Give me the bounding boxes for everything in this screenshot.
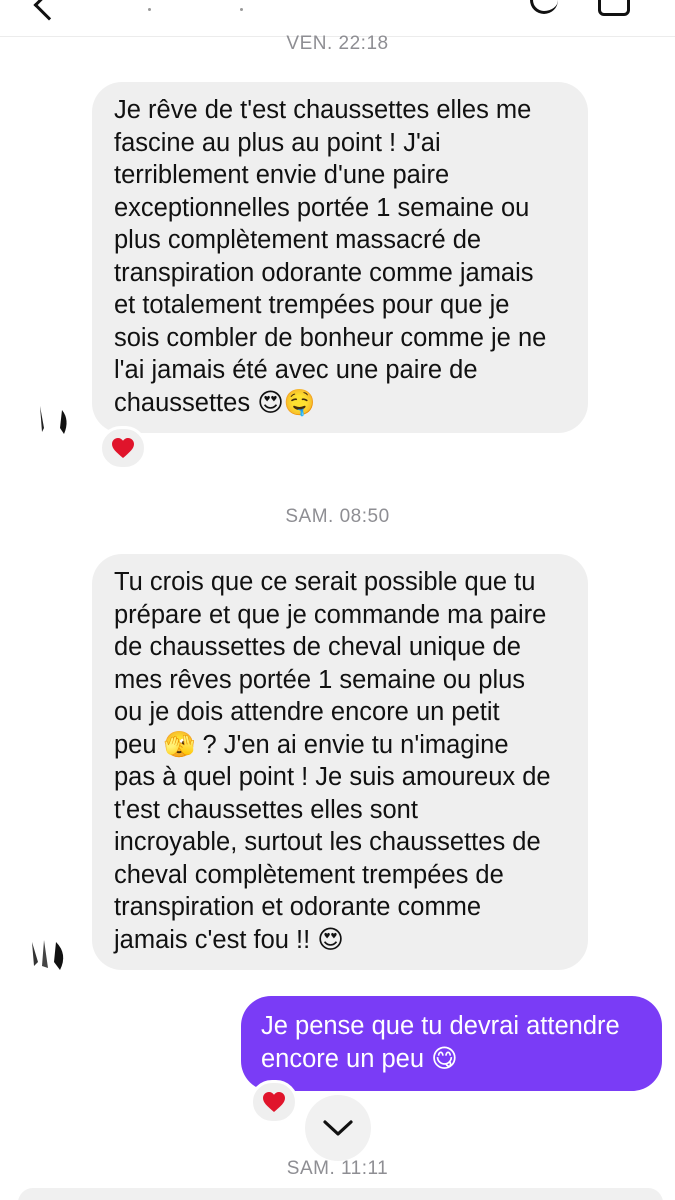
back-arrow-icon[interactable] [33, 0, 65, 21]
message-text: chaussettes [114, 388, 251, 417]
chat-screen: VEN. 22:18 Je rêve de t'est chaussettes … [0, 0, 675, 1200]
timestamp: VEN. 22:18 [286, 33, 389, 54]
emoji: 😍 [317, 924, 344, 955]
message-text: Je rêve de t'est chaussettes elles me [114, 96, 532, 124]
message-text: terriblement envie d'une paire [114, 161, 450, 189]
message-text: jamais c'est fou !! [114, 925, 311, 954]
message-text: transpiration odorante comme jamais [114, 258, 534, 287]
message-text: encore un peu [261, 1044, 425, 1073]
message-text: et totalement trempées pour que je [114, 291, 510, 319]
video-call-icon[interactable] [598, 0, 630, 16]
message-text: exceptionnelles portée 1 semaine ou [114, 193, 530, 222]
message-text: ou je dois attendre encore un petit [114, 698, 500, 726]
emoji: 😍🤤 [257, 387, 316, 418]
message-text: t'est chaussettes elles sont [114, 795, 418, 824]
message-text: incroyable, surtout les chaussettes de [114, 828, 541, 856]
message-text: fascine au plus au point ! J'ai [114, 128, 441, 157]
heart-reaction[interactable] [99, 426, 147, 470]
message-text: Je pense que tu devrai attendre [261, 1012, 620, 1040]
outgoing-message-bubble[interactable]: Je pense que tu devrai attendre encore u… [241, 996, 662, 1091]
emoji: 🫣 [163, 729, 196, 760]
heart-icon [112, 438, 134, 458]
message-text: mes rêves portée 1 semaine ou plus [114, 665, 526, 694]
timestamp: SAM. 11:11 [286, 1158, 389, 1179]
header-dot [148, 8, 151, 11]
scroll-to-bottom-button[interactable] [305, 1095, 371, 1161]
header-dot [240, 8, 243, 11]
sender-avatar[interactable] [26, 932, 70, 976]
message-text: peu [114, 730, 157, 759]
message-text: sois combler de bonheur comme je ne [114, 323, 547, 352]
incoming-message-bubble[interactable]: Tu crois que ce serait possible que tu p… [92, 554, 588, 970]
next-message-bubble [18, 1188, 663, 1200]
message-text: Tu crois que ce serait possible que tu [114, 568, 536, 596]
chat-header [0, 0, 675, 37]
heart-icon [263, 1092, 285, 1112]
message-text: pas à quel point ! Je suis amoureux de [114, 763, 551, 791]
emoji: 😋 [431, 1043, 458, 1074]
chevron-down-icon [323, 1120, 353, 1136]
message-text: plus complètement massacré de [114, 226, 482, 254]
message-text: cheval complètement trempées de [114, 860, 504, 889]
sender-avatar[interactable] [30, 398, 74, 442]
message-text: prépare et que je commande ma paire [114, 600, 547, 629]
heart-reaction[interactable] [250, 1080, 298, 1124]
message-text: de chaussettes de cheval unique de [114, 633, 521, 661]
message-text: ? J'en ai envie tu n'imagine [195, 730, 509, 759]
incoming-message-bubble[interactable]: Je rêve de t'est chaussettes elles me fa… [92, 82, 588, 433]
message-text: l'ai jamais été avec une paire de [114, 356, 478, 384]
phone-icon[interactable] [530, 0, 558, 14]
message-text: transpiration et odorante comme [114, 893, 482, 921]
timestamp: SAM. 08:50 [285, 506, 390, 527]
